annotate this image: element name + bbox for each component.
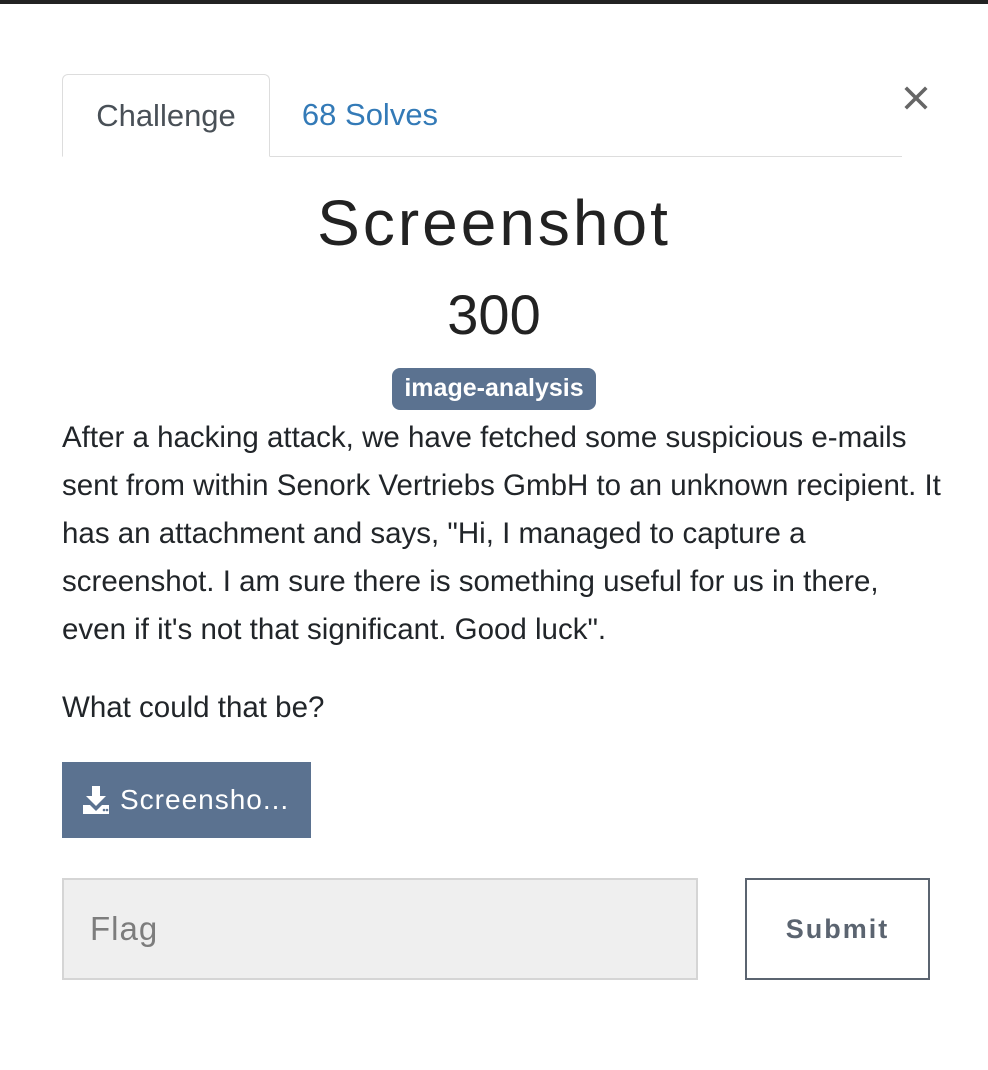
challenge-tags: image-analysis	[0, 368, 988, 410]
submit-button[interactable]: Submit	[745, 878, 930, 980]
download-file-label: Screensho...	[120, 784, 290, 815]
flag-input[interactable]	[62, 878, 698, 980]
challenge-question: What could that be?	[62, 691, 325, 724]
challenge-points: 300	[447, 283, 541, 346]
challenge-tag: image-analysis	[392, 368, 596, 410]
close-button[interactable]	[898, 80, 934, 116]
challenge-description: After a hacking attack, we have fetched …	[62, 414, 942, 654]
challenge-title: Screenshot	[317, 187, 671, 259]
tab-solves[interactable]: 68 Solves	[270, 74, 470, 156]
tab-challenge[interactable]: Challenge	[62, 74, 270, 157]
description-text: After a hacking attack, we have fetched …	[62, 421, 941, 646]
download-file-button[interactable]: Screensho...	[62, 762, 311, 838]
modal-tabs: Challenge 68 Solves	[62, 68, 902, 157]
close-icon	[904, 86, 928, 110]
download-icon	[83, 786, 109, 814]
challenge-modal: Challenge 68 Solves Screenshot 300 image…	[0, 4, 988, 1070]
